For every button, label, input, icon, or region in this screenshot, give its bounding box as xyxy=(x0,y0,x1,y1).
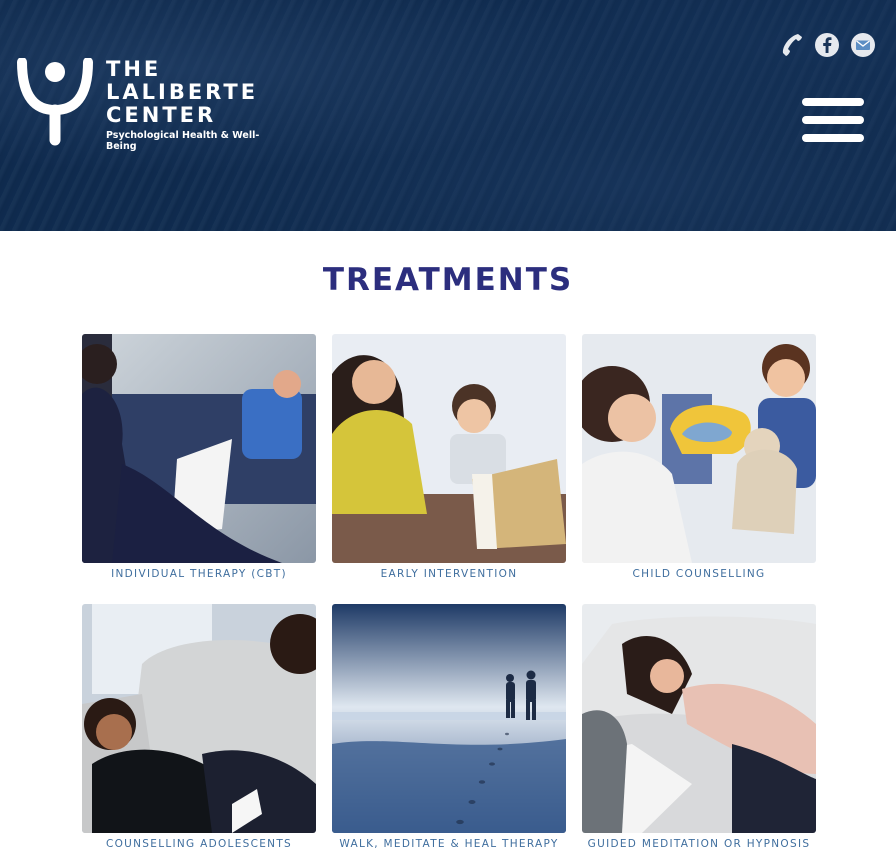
menu-bar xyxy=(802,98,864,106)
facebook-icon[interactable] xyxy=(814,32,840,58)
treatment-photo-early-intervention xyxy=(332,334,566,563)
logo-line-3: CENTER xyxy=(106,103,217,127)
treatment-photo-individual-therapy xyxy=(82,334,316,563)
mail-icon[interactable] xyxy=(850,32,876,58)
treatment-card-early-intervention[interactable]: EARLY INTERVENTION xyxy=(332,334,566,580)
social-links xyxy=(778,32,876,58)
menu-bar xyxy=(802,116,864,124)
hamburger-menu-button[interactable] xyxy=(802,98,864,146)
logo-wordmark: THE LALIBERTE CENTER Psychological Healt… xyxy=(106,57,274,153)
treatment-label: CHILD COUNSELLING xyxy=(632,568,766,580)
logo-line-1: THE xyxy=(106,57,162,81)
menu-bar xyxy=(802,134,864,142)
logo-line-2: LALIBERTE xyxy=(106,80,259,104)
site-header: THE LALIBERTE CENTER Psychological Healt… xyxy=(0,0,896,231)
treatment-label: GUIDED MEDITATION OR HYPNOSIS xyxy=(587,838,811,850)
site-logo[interactable]: THE LALIBERTE CENTER Psychological Healt… xyxy=(14,58,274,152)
treatment-card-walk-meditate-heal[interactable]: WALK, MEDITATE & HEAL THERAPY xyxy=(332,604,566,850)
logo-tagline: Psychological Health & Well-Being xyxy=(106,130,260,152)
treatment-photo-walk-meditate-heal xyxy=(332,604,566,833)
treatment-card-individual-therapy[interactable]: INDIVIDUAL THERAPY (CBT) xyxy=(82,334,316,580)
treatment-label: WALK, MEDITATE & HEAL THERAPY xyxy=(339,838,559,850)
logo-figure-icon xyxy=(17,58,93,146)
treatment-label: EARLY INTERVENTION xyxy=(380,568,518,580)
phone-icon[interactable] xyxy=(778,32,804,58)
treatment-card-guided-meditation[interactable]: GUIDED MEDITATION OR HYPNOSIS xyxy=(582,604,816,850)
treatment-label: INDIVIDUAL THERAPY (CBT) xyxy=(111,568,287,580)
section-title: TREATMENTS xyxy=(322,262,574,298)
treatment-photo-counselling-adolescents xyxy=(82,604,316,833)
treatment-photo-guided-meditation xyxy=(582,604,816,833)
treatment-photo-child-counselling xyxy=(582,334,816,563)
treatment-card-counselling-adolescents[interactable]: COUNSELLING ADOLESCENTS xyxy=(82,604,316,850)
treatment-card-child-counselling[interactable]: CHILD COUNSELLING xyxy=(582,334,816,580)
treatment-label: COUNSELLING ADOLESCENTS xyxy=(105,838,293,850)
